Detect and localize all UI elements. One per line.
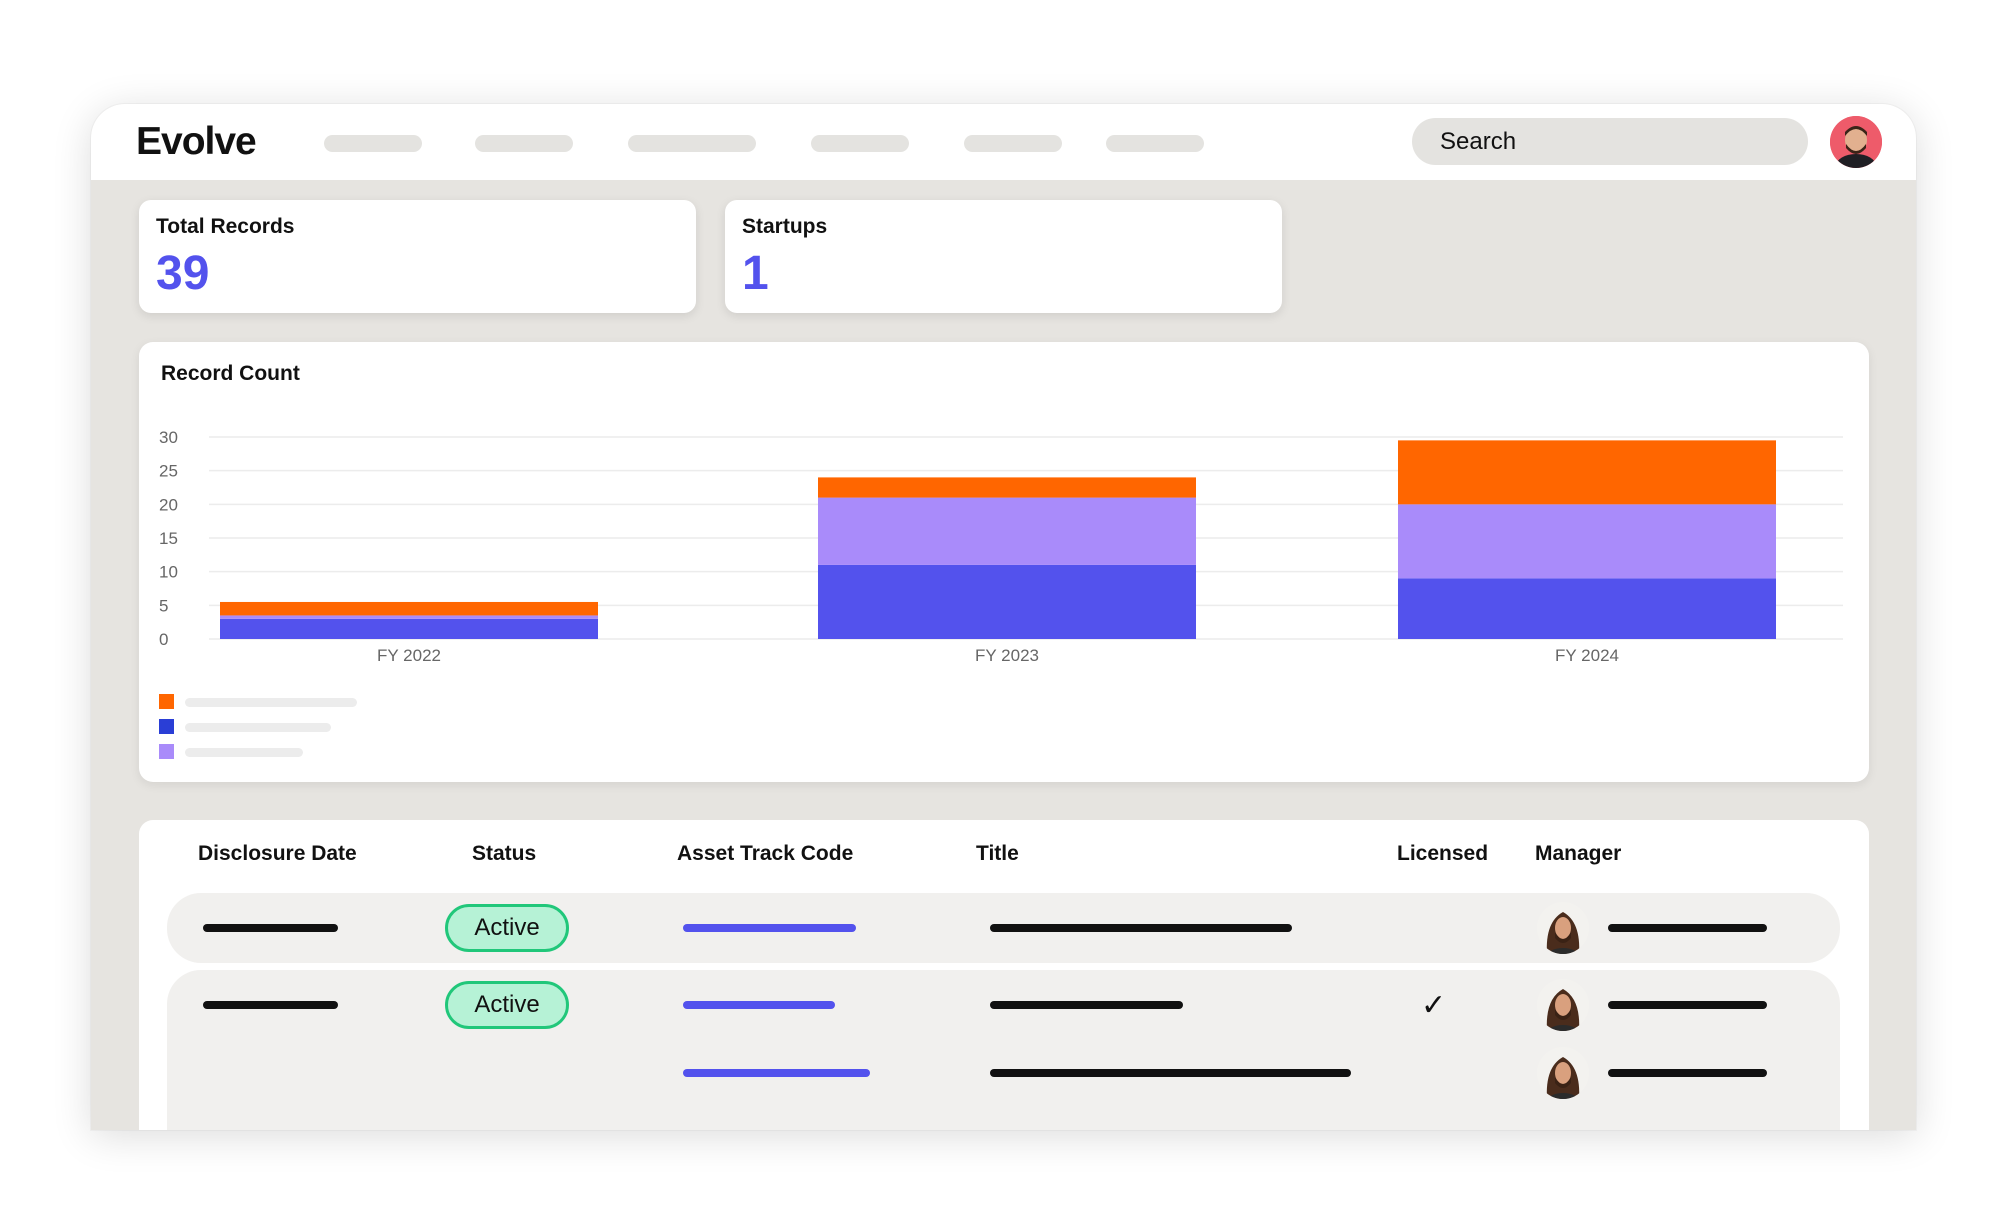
manager-name-placeholder [1608,924,1767,932]
y-tick-label: 25 [159,462,178,481]
asset-track-code-link[interactable] [683,924,856,932]
legend-swatch [159,719,174,734]
total-records-label: Total Records [156,215,295,238]
y-tick-label: 5 [159,596,168,615]
top-navigation-bar: Evolve Search [91,104,1916,180]
app-window: Evolve Search Total Records 39 Startups … [91,104,1916,1130]
manager-avatar-icon [1537,979,1589,1031]
total-records-card[interactable]: Total Records 39 [139,200,696,313]
header-status[interactable]: Status [472,842,536,866]
header-licensed[interactable]: Licensed [1397,842,1488,866]
bar-segment [818,564,1196,639]
records-table: Disclosure Date Status Asset Track Code … [139,820,1869,1130]
user-avatar[interactable] [1830,116,1882,168]
legend-label-placeholder [185,748,303,757]
x-tick-label: FY 2023 [975,646,1039,665]
manager-name-placeholder [1608,1001,1767,1009]
y-tick-label: 30 [159,428,178,447]
header-disclosure-date[interactable]: Disclosure Date [198,842,357,866]
bar-segment [220,601,598,616]
legend-swatch [159,744,174,759]
search-input[interactable]: Search [1412,118,1808,165]
manager-avatar[interactable] [1537,1047,1589,1099]
title-placeholder [990,924,1292,932]
nav-item-2[interactable] [475,135,573,152]
total-records-value: 39 [156,247,210,300]
manager-avatar[interactable] [1537,979,1589,1031]
app-logo[interactable]: Evolve [136,120,257,164]
legend-label-placeholder [185,723,331,732]
asset-track-code-link[interactable] [683,1069,870,1077]
legend-swatch [159,694,174,709]
nav-item-3[interactable] [628,135,756,152]
bar-segment [1398,504,1776,579]
status-badge: Active [445,981,569,1029]
x-tick-label: FY 2022 [377,646,441,665]
bar-segment [1398,578,1776,639]
y-tick-label: 10 [159,563,178,582]
status-badge: Active [445,904,569,952]
bar-segment [220,615,598,619]
title-placeholder [990,1001,1183,1009]
y-tick-label: 20 [159,495,178,514]
table-row[interactable] [167,970,1840,1130]
x-tick-label: FY 2024 [1555,646,1619,665]
y-tick-label: 0 [159,630,168,649]
record-count-chart: 0 5 10 15 20 25 30 FY 2022 FY 2023 FY 2024 [159,428,1843,759]
bar-segment [818,497,1196,565]
legend-label-placeholder [185,698,357,707]
startups-card[interactable]: Startups 1 [725,200,1282,313]
header-asset-track-code[interactable]: Asset Track Code [677,842,853,866]
bar-segment [1398,440,1776,505]
header-title[interactable]: Title [976,842,1019,866]
licensed-check-icon: ✓ [1421,989,1447,1022]
disclosure-date-placeholder [203,1001,338,1009]
bar-segment [818,477,1196,498]
manager-avatar[interactable] [1537,902,1589,954]
title-placeholder [990,1069,1351,1077]
startups-label: Startups [742,215,828,238]
manager-name-placeholder [1608,1069,1767,1077]
user-avatar-icon [1830,116,1882,168]
asset-track-code-link[interactable] [683,1001,835,1009]
manager-avatar-icon [1537,1047,1589,1099]
y-tick-label: 15 [159,529,178,548]
disclosure-date-placeholder [203,924,338,932]
nav-item-1[interactable] [324,135,422,152]
startups-value: 1 [742,247,769,300]
bar-segment [220,618,598,639]
record-count-chart-card: Record Count 0 5 10 15 20 25 30 FY 2022 FY 2023 F… [139,342,1869,782]
nav-item-6[interactable] [1106,135,1204,152]
nav-item-5[interactable] [964,135,1062,152]
manager-avatar-icon [1537,902,1589,954]
header-manager[interactable]: Manager [1535,842,1621,866]
nav-item-4[interactable] [811,135,909,152]
